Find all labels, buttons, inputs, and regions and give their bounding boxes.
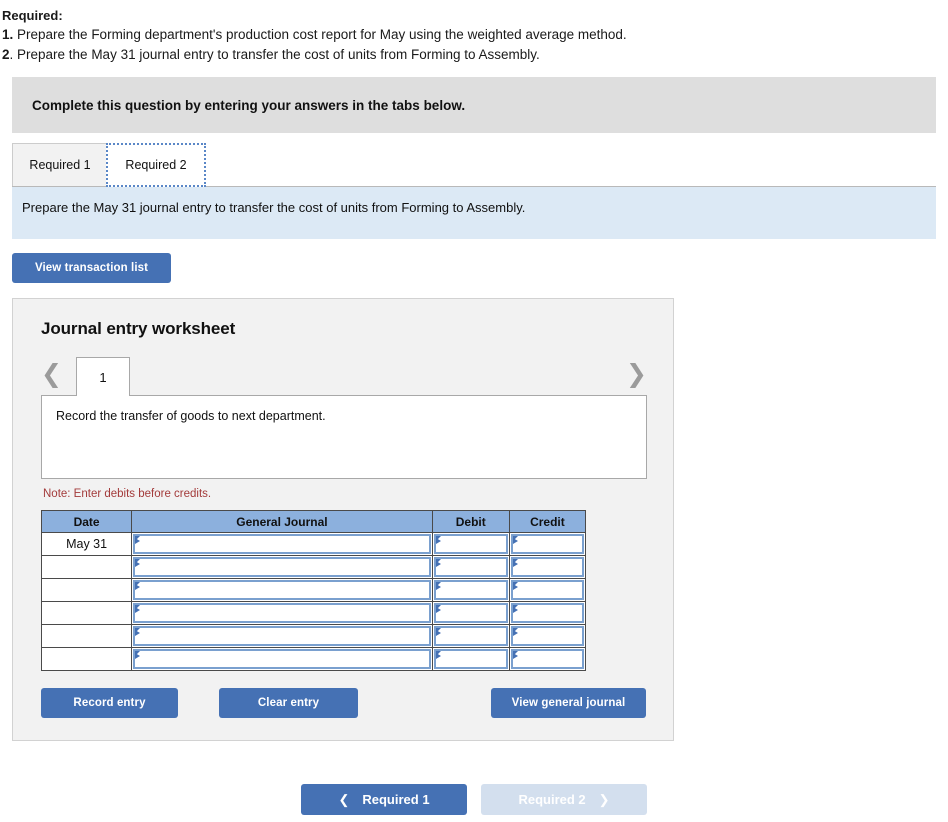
worksheet-actions: Record entry Clear entry View general jo… (41, 688, 647, 718)
credit-input[interactable] (510, 603, 584, 623)
cell-debit[interactable] (431, 532, 510, 556)
general-journal-input[interactable] (133, 534, 431, 554)
required-item-1-number: 1. (2, 27, 14, 42)
credit-input[interactable] (510, 534, 584, 554)
column-header-debit: Debit (431, 510, 510, 533)
column-header-credit: Credit (508, 510, 587, 533)
tab-required-2-label: Required 2 (125, 158, 187, 172)
required-item-1: 1. Prepare the Forming department's prod… (2, 25, 948, 45)
cell-general-journal[interactable] (131, 578, 433, 602)
instruction-banner: Complete this question by entering your … (12, 77, 936, 133)
question-page: Required: 1. Prepare the Forming departm… (0, 0, 948, 822)
credit-input[interactable] (510, 649, 584, 669)
table-row (40, 624, 587, 648)
cell-credit[interactable] (508, 647, 587, 671)
journal-entry-table: Date General Journal Debit Credit May 31 (40, 510, 587, 671)
tab-required-1[interactable]: Required 1 (12, 143, 108, 187)
nav-prev-label: Required 1 (362, 792, 430, 807)
general-journal-input[interactable] (133, 603, 431, 623)
debit-input[interactable] (433, 603, 508, 623)
table-row (40, 578, 587, 602)
record-entry-button[interactable]: Record entry (41, 688, 178, 718)
cell-debit[interactable] (431, 624, 510, 648)
debit-input[interactable] (433, 557, 508, 577)
tab-required-1-label: Required 1 (29, 158, 91, 172)
cell-debit[interactable] (431, 555, 510, 579)
tab-required-2[interactable]: Required 2 (106, 143, 206, 187)
cell-general-journal[interactable] (131, 532, 433, 556)
required-item-2-number: 2 (2, 47, 10, 62)
entry-description-box: Record the transfer of goods to next dep… (41, 395, 647, 479)
chevron-left-icon[interactable]: ❮ (41, 359, 62, 389)
prompt-panel: Prepare the May 31 journal entry to tran… (12, 187, 936, 239)
cell-debit[interactable] (431, 578, 510, 602)
column-header-general-journal: General Journal (131, 510, 433, 533)
required-heading: Required: (2, 8, 63, 23)
debit-input[interactable] (433, 580, 508, 600)
general-journal-input[interactable] (133, 649, 431, 669)
cell-debit[interactable] (431, 601, 510, 625)
cell-credit[interactable] (508, 624, 587, 648)
bottom-navigation: ❮ Required 1 Required 2 ❯ (0, 784, 948, 815)
table-row (40, 601, 587, 625)
entry-description-text: Record the transfer of goods to next dep… (56, 409, 326, 423)
table-header-row: Date General Journal Debit Credit (40, 510, 587, 533)
view-general-journal-button[interactable]: View general journal (491, 688, 646, 718)
chevron-left-icon: ❮ (338, 791, 350, 807)
general-journal-input[interactable] (133, 557, 431, 577)
debit-input[interactable] (433, 534, 508, 554)
cell-general-journal[interactable] (131, 624, 433, 648)
instruction-banner-text: Complete this question by entering your … (32, 97, 466, 113)
prompt-text: Prepare the May 31 journal entry to tran… (22, 200, 526, 215)
nav-prev-required-1-button[interactable]: ❮ Required 1 (301, 784, 467, 815)
cell-credit[interactable] (508, 555, 587, 579)
nav-next-label: Required 2 (518, 792, 586, 807)
cell-general-journal[interactable] (131, 601, 433, 625)
cell-credit[interactable] (508, 532, 587, 556)
view-transaction-list-button[interactable]: View transaction list (12, 253, 171, 283)
cell-date[interactable]: May 31 (40, 532, 133, 556)
clear-entry-button[interactable]: Clear entry (219, 688, 358, 718)
worksheet-pager: ❮ 1 ❯ (41, 357, 647, 396)
cell-credit[interactable] (508, 601, 587, 625)
cell-general-journal[interactable] (131, 555, 433, 579)
page-tab-1-label: 1 (99, 369, 107, 385)
cell-credit[interactable] (508, 578, 587, 602)
general-journal-input[interactable] (133, 580, 431, 600)
journal-entry-worksheet-panel: Journal entry worksheet ❮ 1 ❯ Record the… (12, 298, 674, 741)
debit-input[interactable] (433, 626, 508, 646)
cell-general-journal[interactable] (131, 647, 433, 671)
credit-input[interactable] (510, 580, 584, 600)
worksheet-title: Journal entry worksheet (41, 319, 236, 338)
table-row (40, 647, 587, 671)
column-header-date: Date (40, 510, 133, 533)
required-item-1-text: Prepare the Forming department's product… (13, 27, 627, 42)
toolbar: View transaction list (12, 253, 948, 283)
cell-date[interactable] (40, 555, 133, 579)
cell-date[interactable] (40, 578, 133, 602)
required-item-2: 2. Prepare the May 31 journal entry to t… (2, 45, 948, 65)
debits-before-credits-note: Note: Enter debits before credits. (43, 488, 212, 500)
cell-date[interactable] (40, 624, 133, 648)
cell-date[interactable] (40, 601, 133, 625)
page-tab-1[interactable]: 1 (76, 357, 130, 396)
nav-next-required-2-button: Required 2 ❯ (481, 784, 647, 815)
required-block: Required: 1. Prepare the Forming departm… (0, 0, 948, 65)
cell-date[interactable] (40, 647, 133, 671)
journal-entry-table-body: May 31 (40, 532, 587, 671)
requirement-tabs: Required 1 Required 2 (12, 143, 936, 187)
chevron-right-icon[interactable]: ❯ (626, 359, 647, 389)
chevron-right-icon: ❯ (598, 791, 610, 807)
general-journal-input[interactable] (133, 626, 431, 646)
debit-input[interactable] (433, 649, 508, 669)
required-item-2-text: . Prepare the May 31 journal entry to tr… (9, 47, 540, 62)
cell-debit[interactable] (431, 647, 510, 671)
credit-input[interactable] (510, 626, 584, 646)
table-row (40, 555, 587, 579)
table-row: May 31 (40, 532, 587, 556)
credit-input[interactable] (510, 557, 584, 577)
